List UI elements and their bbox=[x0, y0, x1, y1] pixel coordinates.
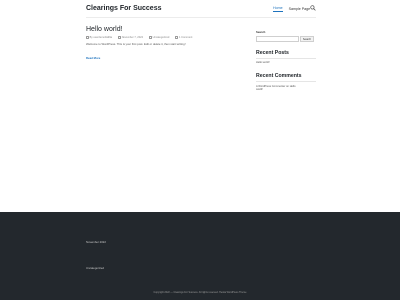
header-divider bbox=[86, 17, 316, 18]
nav-item-sample-page[interactable]: Sample Page bbox=[289, 7, 311, 11]
search-icon[interactable] bbox=[310, 5, 316, 11]
sidebar: Search Search Recent Posts Hello world! … bbox=[256, 30, 316, 92]
read-more-link[interactable]: Read More bbox=[86, 56, 100, 60]
post-comments-label: 1 Comment bbox=[178, 36, 193, 39]
recent-comments-heading: Recent Comments bbox=[256, 73, 302, 80]
post-excerpt: Welcome to WordPress. This is your first… bbox=[86, 42, 186, 46]
post-date-label: November 7, 2022 bbox=[121, 36, 144, 39]
post-article: Hello world! By userdemo0a99a November 7… bbox=[86, 26, 246, 64]
search-label: Search bbox=[256, 30, 266, 34]
comment-icon bbox=[175, 36, 178, 39]
user-icon bbox=[86, 36, 89, 39]
post-category[interactable]: Uncategorized bbox=[149, 36, 169, 39]
site-footer: November 2022 Uncategorized Copyright 20… bbox=[0, 212, 400, 300]
recent-post-link[interactable]: Hello world! bbox=[256, 61, 316, 64]
footer-category-link[interactable]: Uncategorized bbox=[86, 266, 104, 270]
post-date[interactable]: November 7, 2022 bbox=[118, 36, 143, 39]
footer-archive-link[interactable]: November 2022 bbox=[86, 240, 106, 244]
site-header: Clearings For Success Home Sample Page bbox=[0, 0, 400, 20]
post-category-label: Uncategorized bbox=[152, 36, 170, 39]
post-comments[interactable]: 1 Comment bbox=[175, 36, 192, 39]
recent-posts-heading: Recent Posts bbox=[256, 50, 289, 56]
post-title[interactable]: Hello world! bbox=[86, 26, 246, 33]
post-meta: By userdemo0a99a November 7, 2022 Uncate… bbox=[86, 36, 246, 39]
calendar-icon bbox=[118, 36, 121, 39]
post-author[interactable]: By userdemo0a99a bbox=[86, 36, 112, 39]
search-input[interactable] bbox=[256, 36, 299, 42]
post-author-label: By userdemo0a99a bbox=[89, 36, 113, 39]
footer-copyright: Copyright 2022 — Clearings For Success. … bbox=[153, 291, 247, 294]
nav-item-home[interactable]: Home bbox=[273, 6, 283, 12]
recent-comment-item: A WordPress Commenter on Hello world! bbox=[256, 85, 302, 92]
search-form: Search bbox=[256, 36, 316, 42]
search-button[interactable]: Search bbox=[300, 36, 314, 42]
site-title[interactable]: Clearings For Success bbox=[86, 5, 161, 12]
main-nav: Home Sample Page bbox=[273, 6, 310, 12]
folder-icon bbox=[149, 36, 152, 39]
